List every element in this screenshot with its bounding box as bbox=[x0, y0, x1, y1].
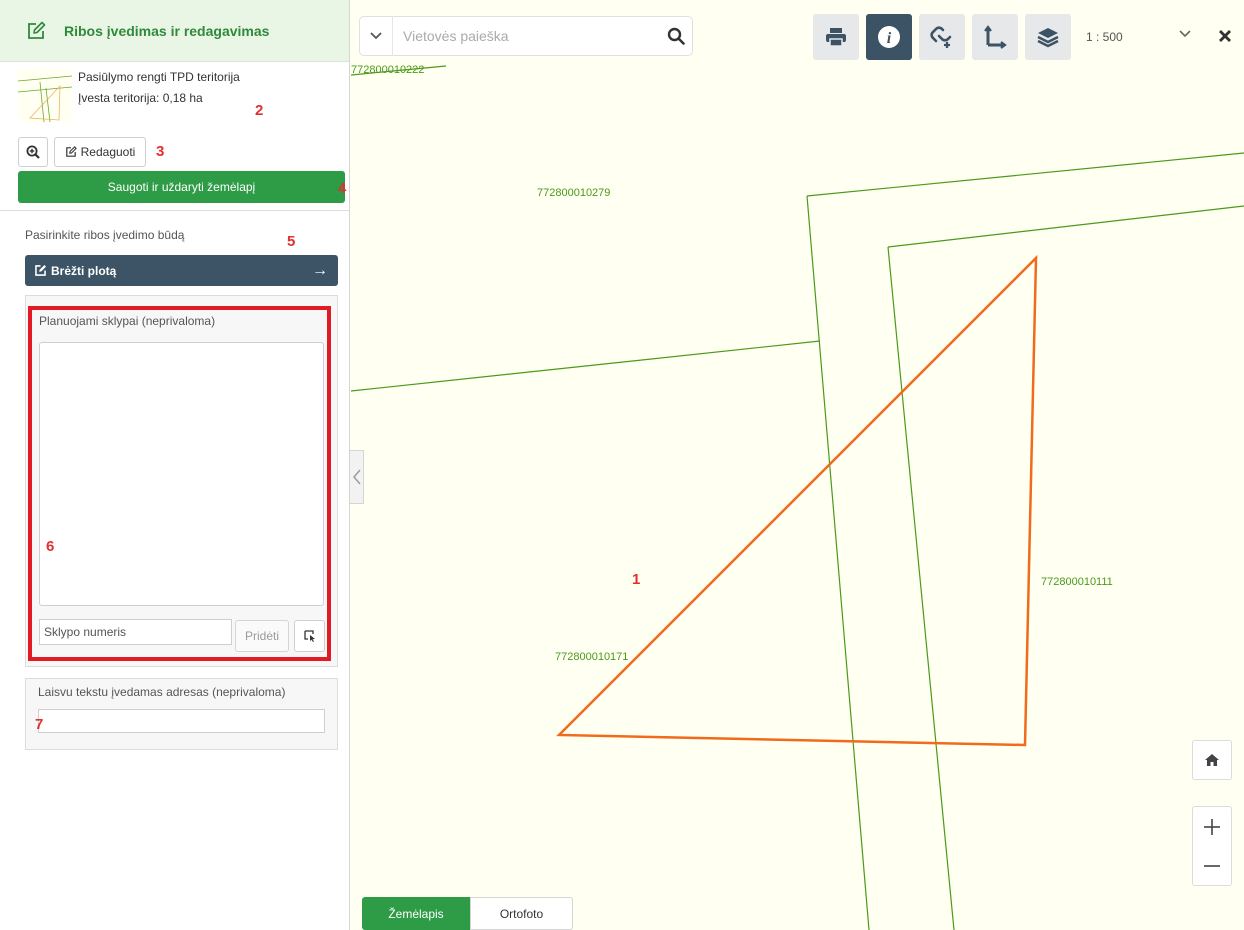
print-icon bbox=[826, 28, 846, 47]
annotation-marker: 3 bbox=[156, 143, 165, 160]
scale-dropdown[interactable] bbox=[1178, 28, 1192, 42]
link-add-button[interactable] bbox=[919, 14, 965, 60]
measure-icon bbox=[984, 25, 1007, 49]
parcel-boundary bbox=[806, 152, 1244, 197]
edit-button[interactable]: Redaguoti bbox=[54, 137, 146, 167]
highlight-box bbox=[28, 306, 331, 661]
draw-icon bbox=[35, 264, 47, 276]
close-icon bbox=[1219, 30, 1231, 42]
parcel-label: 772800010222 bbox=[351, 64, 425, 76]
zoom-in-icon bbox=[26, 145, 40, 159]
zoom-control bbox=[1192, 806, 1232, 886]
parcel-label: 772800010111 bbox=[1041, 576, 1113, 588]
side-panel: Ribos įvedimas ir redagavimas Pasiūlymo … bbox=[0, 0, 350, 930]
parcel-label: 772800010279 bbox=[537, 187, 611, 199]
annotation-marker: 1 bbox=[632, 571, 641, 588]
tab-map[interactable]: Žemėlapis bbox=[362, 897, 470, 930]
plus-icon bbox=[1204, 819, 1220, 835]
parcel-label: 772800010171 bbox=[555, 651, 629, 663]
panel-header: Ribos įvedimas ir redagavimas bbox=[0, 0, 349, 62]
territory-thumbnail bbox=[18, 68, 72, 122]
panel-title: Ribos įvedimas ir redagavimas bbox=[64, 22, 270, 39]
edit-button-label: Redaguoti bbox=[80, 145, 136, 159]
divider bbox=[0, 210, 350, 211]
layers-icon bbox=[1037, 28, 1059, 48]
edit-icon bbox=[65, 146, 77, 157]
address-input[interactable] bbox=[38, 709, 325, 733]
scale-value: 1 : 500 bbox=[1086, 30, 1123, 44]
annotation-marker: 6 bbox=[46, 538, 55, 555]
zoom-out-button[interactable] bbox=[1193, 847, 1231, 885]
layers-button[interactable] bbox=[1025, 14, 1071, 60]
zoom-in-button[interactable] bbox=[1193, 807, 1231, 847]
chevron-down-icon bbox=[369, 32, 382, 40]
search-icon bbox=[667, 27, 685, 45]
drawn-area-polygon[interactable] bbox=[556, 254, 1038, 747]
territory-name: Pasiūlymo rengti TPD teritorija bbox=[78, 70, 240, 84]
collapse-panel-button[interactable] bbox=[350, 450, 364, 504]
annotation-marker: 2 bbox=[255, 102, 264, 119]
search-button[interactable] bbox=[660, 21, 692, 51]
edit-icon bbox=[28, 21, 46, 39]
zoom-to-area-button[interactable] bbox=[18, 137, 48, 167]
app-root: 772800010222 772800010279 772800010111 7… bbox=[0, 0, 1244, 930]
chevron-down-icon bbox=[1179, 30, 1191, 38]
minus-icon bbox=[1204, 865, 1220, 867]
map-canvas[interactable]: 772800010222 772800010279 772800010111 7… bbox=[351, 0, 1244, 930]
parcel-boundary bbox=[351, 340, 821, 392]
parcel-boundary bbox=[806, 195, 870, 930]
info-icon: i bbox=[878, 26, 900, 48]
search-input[interactable] bbox=[394, 17, 652, 55]
input-mode-label: Pasirinkite ribos įvedimo būdą bbox=[25, 228, 185, 242]
territory-area: Įvesta teritorija: 0,18 ha bbox=[78, 91, 203, 105]
territory-summary: Pasiūlymo rengti TPD teritorija Įvesta t… bbox=[18, 68, 348, 124]
draw-area-label: Brėžti plotą bbox=[51, 263, 117, 278]
info-button[interactable]: i bbox=[866, 14, 912, 60]
home-button[interactable] bbox=[1192, 740, 1232, 780]
print-button[interactable] bbox=[813, 14, 859, 60]
annotation-marker: 4 bbox=[338, 180, 347, 197]
arrow-right-icon: → bbox=[312, 262, 328, 279]
home-icon bbox=[1205, 754, 1219, 766]
address-label: Laisvu tekstu įvedamas adresas (neprival… bbox=[38, 685, 286, 699]
svg-text:i: i bbox=[887, 30, 892, 47]
map-drawing bbox=[351, 65, 1244, 930]
draw-area-button[interactable]: Brėžti plotą → bbox=[25, 255, 338, 286]
parcel-boundary bbox=[887, 205, 1244, 248]
chevron-left-icon bbox=[352, 469, 361, 485]
save-and-close-button[interactable]: Saugoti ir uždaryti žemėlapį bbox=[18, 171, 345, 203]
measure-button[interactable] bbox=[972, 14, 1018, 60]
close-button[interactable] bbox=[1213, 24, 1237, 48]
tab-ortho[interactable]: Ortofoto bbox=[470, 897, 573, 930]
link-add-icon bbox=[930, 26, 952, 48]
annotation-marker: 7 bbox=[35, 716, 44, 733]
search-dropdown[interactable] bbox=[359, 16, 393, 56]
annotation-marker: 5 bbox=[287, 233, 296, 250]
